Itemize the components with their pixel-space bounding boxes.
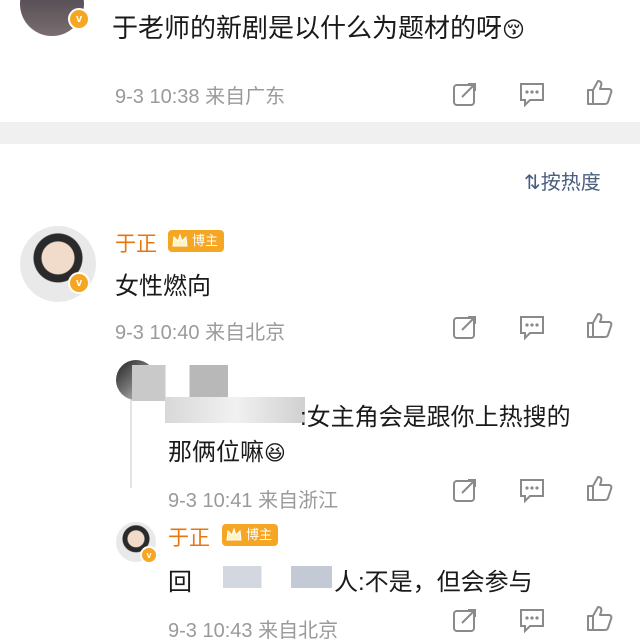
like-icon[interactable]	[585, 311, 613, 339]
reply-text: 人:不是，但会参与	[334, 569, 533, 596]
crown-icon	[172, 233, 188, 247]
location: 来自广东	[205, 86, 286, 108]
comment-text-body: :女主角会是跟你上热搜的	[300, 404, 571, 431]
comment-text: 于老师的新剧是以什么为题材的呀😚	[112, 8, 525, 45]
blogger-badge: 博主	[222, 524, 279, 546]
emoji-icon: 😆	[264, 442, 286, 465]
timestamp: 9-3 10:40	[115, 322, 200, 344]
censor-block	[132, 365, 228, 401]
timestamp: 9-3 10:41	[168, 490, 253, 512]
comment-text-body: 那俩位嘛	[168, 439, 264, 466]
crown-icon	[226, 527, 242, 541]
section-divider	[0, 122, 640, 144]
emoji-icon: 😚	[502, 17, 525, 42]
censor-block	[196, 566, 332, 588]
location: 来自北京	[205, 322, 286, 344]
blogger-badge: 博主	[168, 230, 225, 252]
reply-prefix: 回	[168, 569, 192, 596]
location: 来自浙江	[258, 490, 339, 512]
verified-icon: v	[140, 546, 158, 564]
sort-button[interactable]: ⇅按热度	[524, 166, 601, 195]
comment-text: 女性燃向	[115, 273, 211, 300]
comment-text: :女主角会是跟你上热搜的	[300, 397, 571, 432]
like-icon[interactable]	[585, 78, 613, 106]
comment-text-body: 于老师的新剧是以什么为题材的呀	[112, 13, 503, 43]
comment-meta: 9-3 10:38 来自广东	[115, 80, 285, 109]
verified-icon: v	[68, 8, 90, 30]
share-icon[interactable]	[451, 313, 479, 341]
comment-icon[interactable]	[518, 476, 546, 504]
verified-icon: v	[68, 272, 90, 294]
share-icon[interactable]	[451, 606, 479, 634]
censor-block	[165, 397, 305, 423]
share-icon[interactable]	[451, 476, 479, 504]
sort-icon: ⇅	[524, 172, 541, 194]
comment-icon[interactable]	[518, 313, 546, 341]
author-name[interactable]: 于正	[168, 522, 210, 552]
comment-meta: 9-3 10:40 来自北京	[115, 316, 285, 345]
timestamp: 9-3 10:38	[115, 86, 200, 108]
timestamp: 9-3 10:43	[168, 620, 253, 642]
comment-meta: 9-3 10:41 来自浙江	[168, 484, 338, 513]
badge-label: 博主	[192, 233, 219, 248]
badge-label: 博主	[246, 527, 273, 542]
comment-icon[interactable]	[518, 80, 546, 108]
like-icon[interactable]	[585, 474, 613, 502]
share-icon[interactable]	[451, 80, 479, 108]
comment-text-line2: 那俩位嘛😆	[168, 432, 286, 467]
comment-meta: 9-3 10:43 来自北京	[168, 614, 338, 643]
sort-label: 按热度	[540, 172, 601, 194]
comment-icon[interactable]	[518, 606, 546, 634]
location: 来自北京	[258, 620, 339, 642]
author-name[interactable]: 于正	[115, 228, 157, 258]
like-icon[interactable]	[585, 604, 613, 632]
